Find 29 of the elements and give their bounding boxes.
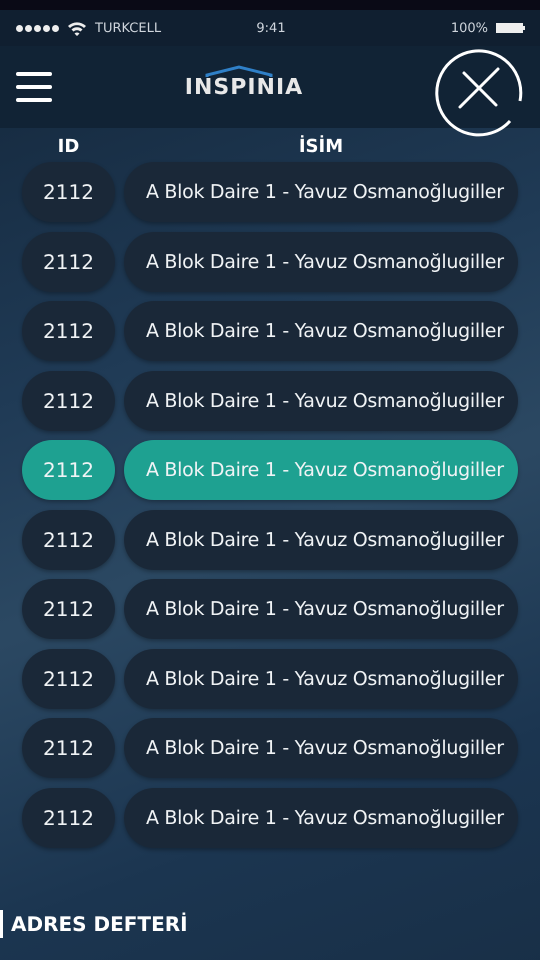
id-cell[interactable]: 2112	[22, 648, 115, 708]
battery-icon	[496, 22, 526, 34]
id-cell[interactable]: 2112	[22, 162, 115, 222]
name-cell[interactable]: A Blok Daire 1 - Yavuz Osmanoğlugiller	[124, 370, 518, 430]
id-cell[interactable]: 2112	[22, 510, 115, 570]
name-cell[interactable]: A Blok Daire 1 - Yavuz Osmanoğlugiller	[124, 788, 518, 848]
name-cell[interactable]: A Blok Daire 1 - Yavuz Osmanoğlugiller	[124, 579, 518, 639]
name-cell[interactable]: A Blok Daire 1 - Yavuz Osmanoğlugiller	[124, 232, 518, 292]
id-cell[interactable]: 2112	[22, 370, 115, 430]
carrier-name: TURKCELL	[95, 20, 162, 36]
column-header: ID	[56, 136, 80, 156]
name-cell[interactable]: A Blok Daire 1 - Yavuz Osmanoğlugiller	[124, 510, 518, 570]
id-cell[interactable]: 2112	[22, 301, 115, 361]
clock-time: 9:41	[256, 20, 286, 36]
wifi-icon	[67, 20, 87, 36]
column-header: İSİM	[298, 136, 344, 156]
id-cell[interactable]: 2112	[22, 718, 115, 778]
logo: INSPINIA	[180, 68, 308, 106]
signal-icon	[16, 24, 59, 32]
battery-percent: 100%	[450, 20, 488, 36]
menu-button[interactable]	[16, 72, 54, 102]
page-title: ADRES DEFTERİ	[11, 912, 188, 936]
name-cell[interactable]: A Blok Daire 1 - Yavuz Osmanoğlugiller	[124, 301, 518, 361]
name-cell[interactable]: A Blok Daire 1 - Yavuz Osmanoğlugiller	[124, 162, 518, 222]
name-cell[interactable]: A Blok Daire 1 - Yavuz Osmanoğlugiller	[124, 648, 518, 708]
id-cell[interactable]: 2112	[22, 232, 115, 292]
id-cell[interactable]: 2112	[22, 788, 115, 848]
name-cell[interactable]: A Blok Daire 1 - Yavuz Osmanoğlugiller	[124, 718, 518, 778]
id-cell[interactable]: 2112	[22, 579, 115, 639]
